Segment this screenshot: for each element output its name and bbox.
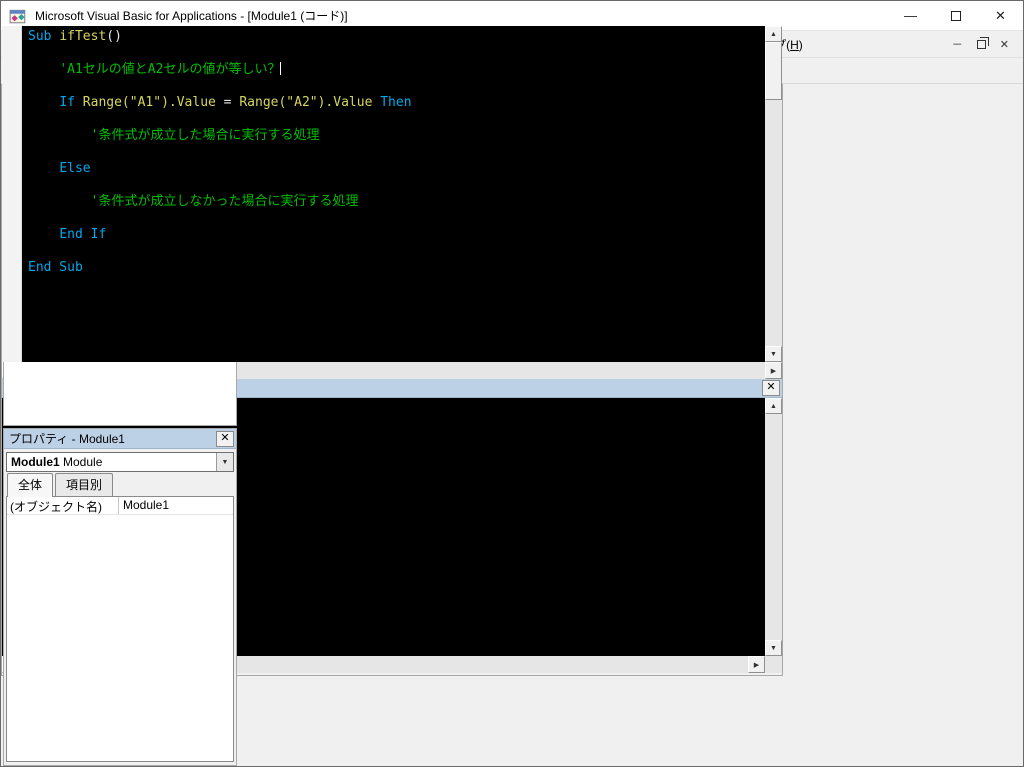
- mdi-close-button[interactable]: ✕: [1000, 38, 1009, 51]
- tab-categorized[interactable]: 項目別: [55, 473, 113, 496]
- selected-object-type: Module: [63, 455, 102, 469]
- properties-panel: プロパティ - Module1 ✕ Module1 Module ▼ 全体項目別…: [3, 428, 237, 766]
- properties-grid: (オブジェクト名)Module1: [6, 496, 234, 762]
- selected-object-name: Module1: [11, 455, 60, 469]
- scroll-up-icon[interactable]: ▲: [765, 398, 782, 414]
- mdi-window-controls: － ✕: [952, 36, 1023, 52]
- margin-indicator-bar[interactable]: [2, 26, 22, 362]
- close-icon: ✕: [995, 8, 1006, 24]
- scroll-down-icon[interactable]: ▼: [765, 640, 782, 656]
- scroll-right-icon[interactable]: ▶: [748, 656, 765, 673]
- text-cursor: [280, 62, 281, 75]
- properties-tabs: 全体項目別: [4, 474, 236, 496]
- scroll-up-icon[interactable]: ▲: [765, 26, 782, 42]
- dropdown-arrow-icon[interactable]: ▼: [216, 453, 233, 471]
- immediate-vertical-scrollbar[interactable]: ▲ ▼: [765, 398, 782, 656]
- close-icon: ✕: [220, 433, 229, 444]
- object-selector-dropdown[interactable]: Module1 Module ▼: [6, 452, 234, 472]
- mdi-minimize-icon: －: [952, 36, 963, 52]
- property-value[interactable]: Module1: [119, 497, 233, 514]
- scrollbar-thumb[interactable]: [765, 42, 782, 100]
- minimize-button[interactable]: —: [888, 1, 933, 30]
- vbe-window: { "window": { "title": "Microsoft Visual…: [0, 0, 1024, 767]
- scroll-right-icon[interactable]: ▶: [765, 362, 782, 379]
- window-title: Microsoft Visual Basic for Applications …: [35, 7, 348, 24]
- vbe-app-icon: [9, 7, 27, 25]
- scroll-down-icon[interactable]: ▼: [765, 346, 782, 362]
- close-button[interactable]: ✕: [978, 1, 1023, 30]
- minimize-icon: —: [904, 8, 917, 23]
- code-window: (General) ▼ ifTest ▼ Sub ifTest() 'A1セルの…: [1, 1, 783, 377]
- code-editor[interactable]: Sub ifTest() 'A1セルの値とA2セルの値が等しい？ If Rang…: [22, 26, 765, 362]
- mdi-restore-button[interactable]: [977, 40, 986, 49]
- mdi-restore-icon: [977, 40, 986, 49]
- property-name: (オブジェクト名): [7, 497, 119, 514]
- properties-panel-titlebar[interactable]: プロパティ - Module1 ✕: [4, 429, 236, 449]
- close-icon: ✕: [766, 382, 775, 393]
- property-row[interactable]: (オブジェクト名)Module1: [7, 497, 233, 515]
- mdi-close-icon: ✕: [1000, 38, 1009, 51]
- code-vertical-scrollbar[interactable]: ▲ ▼: [765, 26, 782, 362]
- properties-panel-title: プロパティ - Module1: [9, 430, 125, 447]
- properties-panel-close-button[interactable]: ✕: [216, 431, 234, 447]
- mdi-minimize-button[interactable]: －: [952, 36, 963, 52]
- maximize-button[interactable]: [933, 1, 978, 30]
- maximize-icon: [951, 11, 961, 21]
- tab-alphabetic[interactable]: 全体: [7, 473, 53, 497]
- immediate-close-button[interactable]: ✕: [762, 380, 780, 396]
